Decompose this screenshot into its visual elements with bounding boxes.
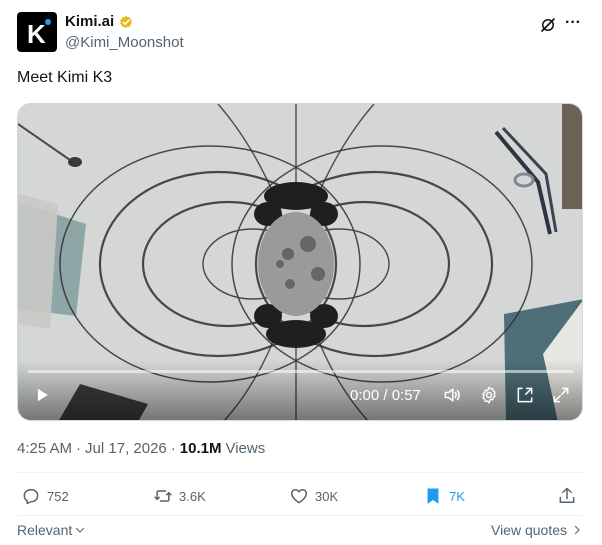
video-progress-bar[interactable] xyxy=(28,370,574,373)
share-button[interactable] xyxy=(557,486,577,506)
reply-count: 752 xyxy=(47,488,69,504)
handle[interactable]: @Kimi_Moonshot xyxy=(65,34,184,51)
tweet-text: Meet Kimi K3 xyxy=(17,69,113,86)
divider xyxy=(17,515,583,516)
avatar-letter: K xyxy=(27,19,46,49)
like-button[interactable]: 30K xyxy=(289,486,338,506)
reply-button[interactable]: 752 xyxy=(21,486,69,506)
tweet-header: K Kimi.ai @Kimi_Moonshot ··· xyxy=(17,12,587,56)
avatar-dot xyxy=(45,19,51,25)
grok-icon[interactable] xyxy=(539,16,557,34)
repost-icon xyxy=(154,490,172,502)
sort-label: Relevant xyxy=(17,522,73,538)
share-icon xyxy=(559,487,575,503)
bookmark-button[interactable]: 7K xyxy=(423,486,465,506)
views-label: Views xyxy=(225,440,266,457)
reply-icon xyxy=(23,489,39,505)
settings-gear-icon[interactable] xyxy=(479,385,499,405)
video-time: 0:00 / 0:57 xyxy=(350,387,421,404)
fullscreen-icon[interactable] xyxy=(551,385,571,405)
meta-separator: · xyxy=(76,440,82,457)
chevron-down-icon xyxy=(76,527,85,533)
picture-in-picture-icon[interactable] xyxy=(515,385,535,405)
repost-button[interactable]: 3.6K xyxy=(153,486,206,506)
video-controls: 0:00 / 0:57 xyxy=(18,360,582,420)
play-icon[interactable] xyxy=(32,385,52,405)
like-count: 30K xyxy=(315,488,339,504)
bookmark-filled-icon xyxy=(427,488,439,504)
video-player[interactable]: 0:00 / 0:57 xyxy=(17,103,583,421)
action-bar: 752 3.6K 30K 7K xyxy=(17,486,583,510)
views-count[interactable]: 10.1M xyxy=(180,440,222,457)
repost-count: 3.6K xyxy=(179,488,206,504)
divider xyxy=(17,472,583,473)
chevron-right-icon xyxy=(574,525,580,535)
meta-separator: · xyxy=(170,440,176,457)
name-row: Kimi.ai xyxy=(65,13,134,30)
tweet-meta: 4:25 AM · Jul 17, 2026 · 10.1M Views xyxy=(17,440,265,457)
replies-footer: Relevant View quotes xyxy=(17,522,583,540)
bookmark-count: 7K xyxy=(449,488,465,504)
verified-badge-icon xyxy=(120,15,133,28)
view-quotes-label: View quotes xyxy=(490,522,567,538)
volume-icon[interactable] xyxy=(442,385,462,405)
heart-icon xyxy=(290,489,308,504)
avatar[interactable]: K xyxy=(17,12,57,52)
more-options-icon[interactable]: ··· xyxy=(565,14,581,32)
tweet-date[interactable]: Jul 17, 2026 xyxy=(85,440,167,457)
view-quotes-link[interactable]: View quotes xyxy=(491,522,583,538)
tweet-time[interactable]: 4:25 AM xyxy=(17,440,72,457)
display-name[interactable]: Kimi.ai xyxy=(65,13,114,30)
sort-replies-dropdown[interactable]: Relevant xyxy=(17,522,86,538)
